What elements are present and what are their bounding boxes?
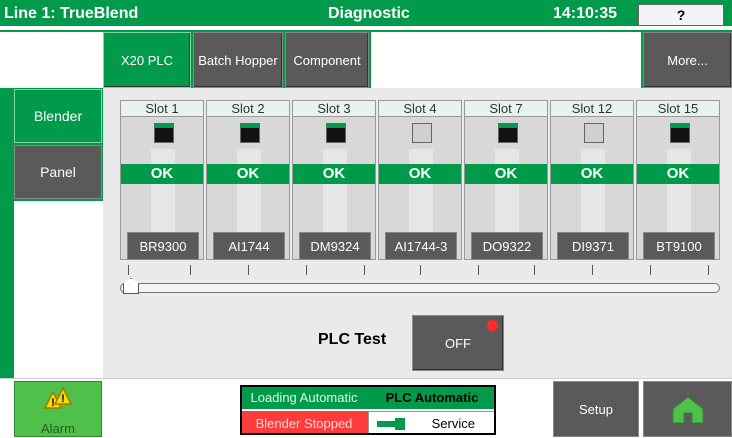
sidebar-blank bbox=[14, 201, 103, 378]
slot-led-indicator bbox=[412, 123, 432, 143]
slot-column bbox=[237, 149, 261, 234]
slot-led-indicator bbox=[584, 123, 604, 143]
slot-module-button[interactable]: DM9324 bbox=[299, 232, 371, 260]
slot-label: Slot 15 bbox=[637, 101, 719, 117]
slot-column bbox=[323, 149, 347, 234]
tab-x20-plc[interactable]: X20 PLC bbox=[103, 32, 191, 88]
slot-led-indicator bbox=[240, 123, 260, 143]
slot-column bbox=[581, 149, 605, 234]
tab-bar-left-blank bbox=[0, 32, 103, 88]
help-button[interactable]: ? bbox=[638, 4, 724, 26]
slot-card: Slot 7 OK DO9322 bbox=[464, 100, 548, 260]
slot-status: OK bbox=[293, 164, 375, 184]
setup-button[interactable]: Setup bbox=[553, 381, 639, 437]
sidebar-item-panel[interactable]: Panel bbox=[14, 145, 102, 199]
tab-component[interactable]: Component bbox=[285, 32, 369, 88]
clock-time: 14:10:35 bbox=[553, 5, 618, 22]
slot-status: OK bbox=[465, 164, 547, 184]
slot-status: OK bbox=[207, 164, 289, 184]
io-slots: Slot 1 OK BR9300 Slot 2 OK AI1744 Slot 3… bbox=[120, 100, 720, 260]
svg-text:!: ! bbox=[51, 397, 55, 409]
slot-label: Slot 12 bbox=[551, 101, 633, 117]
slot-card: Slot 12 OK DI9371 bbox=[550, 100, 634, 260]
slot-column bbox=[151, 149, 175, 234]
tab-batch-hopper[interactable]: Batch Hopper bbox=[193, 32, 283, 88]
slot-module-button[interactable]: AI1744-3 bbox=[385, 232, 457, 260]
slot-status: OK bbox=[551, 164, 633, 184]
slot-label: Slot 7 bbox=[465, 101, 547, 117]
alarm-label: Alarm bbox=[41, 421, 75, 436]
slot-module-button[interactable]: DI9371 bbox=[557, 232, 629, 260]
slot-led-indicator bbox=[670, 123, 690, 143]
slot-status: OK bbox=[637, 164, 719, 184]
home-button[interactable] bbox=[643, 381, 732, 437]
slot-column bbox=[409, 149, 433, 234]
slot-scroll-slider[interactable] bbox=[120, 283, 720, 293]
sidebar-item-blender[interactable]: Blender bbox=[14, 89, 102, 143]
slider-ticks bbox=[128, 265, 718, 275]
line-title: Line 1: TrueBlend bbox=[4, 5, 139, 22]
slot-label: Slot 4 bbox=[379, 101, 461, 117]
slot-card: Slot 2 OK AI1744 bbox=[206, 100, 290, 260]
more-button[interactable]: More... bbox=[643, 32, 732, 88]
slot-card: Slot 1 OK BR9300 bbox=[120, 100, 204, 260]
slot-module-button[interactable]: BT9100 bbox=[643, 232, 715, 260]
slot-column bbox=[667, 149, 691, 234]
slot-status: OK bbox=[379, 164, 461, 184]
slot-column bbox=[495, 149, 519, 234]
slot-status: OK bbox=[121, 164, 203, 184]
title-bar: Line 1: TrueBlend Diagnostic 14:10:35 ? bbox=[0, 0, 732, 28]
slot-card: Slot 3 OK DM9324 bbox=[292, 100, 376, 260]
alarm-button[interactable]: ! ! Alarm bbox=[14, 381, 102, 437]
screen-title: Diagnostic bbox=[328, 5, 410, 22]
slot-card: Slot 4 OK AI1744-3 bbox=[378, 100, 462, 260]
slot-label: Slot 2 bbox=[207, 101, 289, 117]
slot-label: Slot 1 bbox=[121, 101, 203, 117]
slot-label: Slot 3 bbox=[293, 101, 375, 117]
tab-bar: X20 PLC Batch Hopper Component More... bbox=[0, 30, 732, 88]
slot-module-button[interactable]: BR9300 bbox=[127, 232, 199, 260]
slot-module-button[interactable]: AI1744 bbox=[213, 232, 285, 260]
home-icon bbox=[672, 396, 703, 423]
slot-led-indicator bbox=[326, 123, 346, 143]
slot-card: Slot 15 OK BT9100 bbox=[636, 100, 720, 260]
plc-test-label: PLC Test bbox=[318, 331, 387, 348]
tab-bar-blank bbox=[371, 32, 641, 88]
plc-test-button-label: OFF bbox=[445, 335, 471, 351]
slot-module-button[interactable]: DO9322 bbox=[471, 232, 543, 260]
slot-led-indicator bbox=[498, 123, 518, 143]
alarm-warning-icon: ! ! bbox=[43, 386, 73, 409]
plc-test-off-button[interactable]: OFF bbox=[412, 315, 504, 371]
sidebar: Blender Panel bbox=[0, 88, 103, 378]
svg-text:!: ! bbox=[61, 393, 65, 405]
status-panel-frame bbox=[240, 385, 496, 435]
slot-led-indicator bbox=[154, 123, 174, 143]
status-dot-icon bbox=[487, 320, 498, 331]
